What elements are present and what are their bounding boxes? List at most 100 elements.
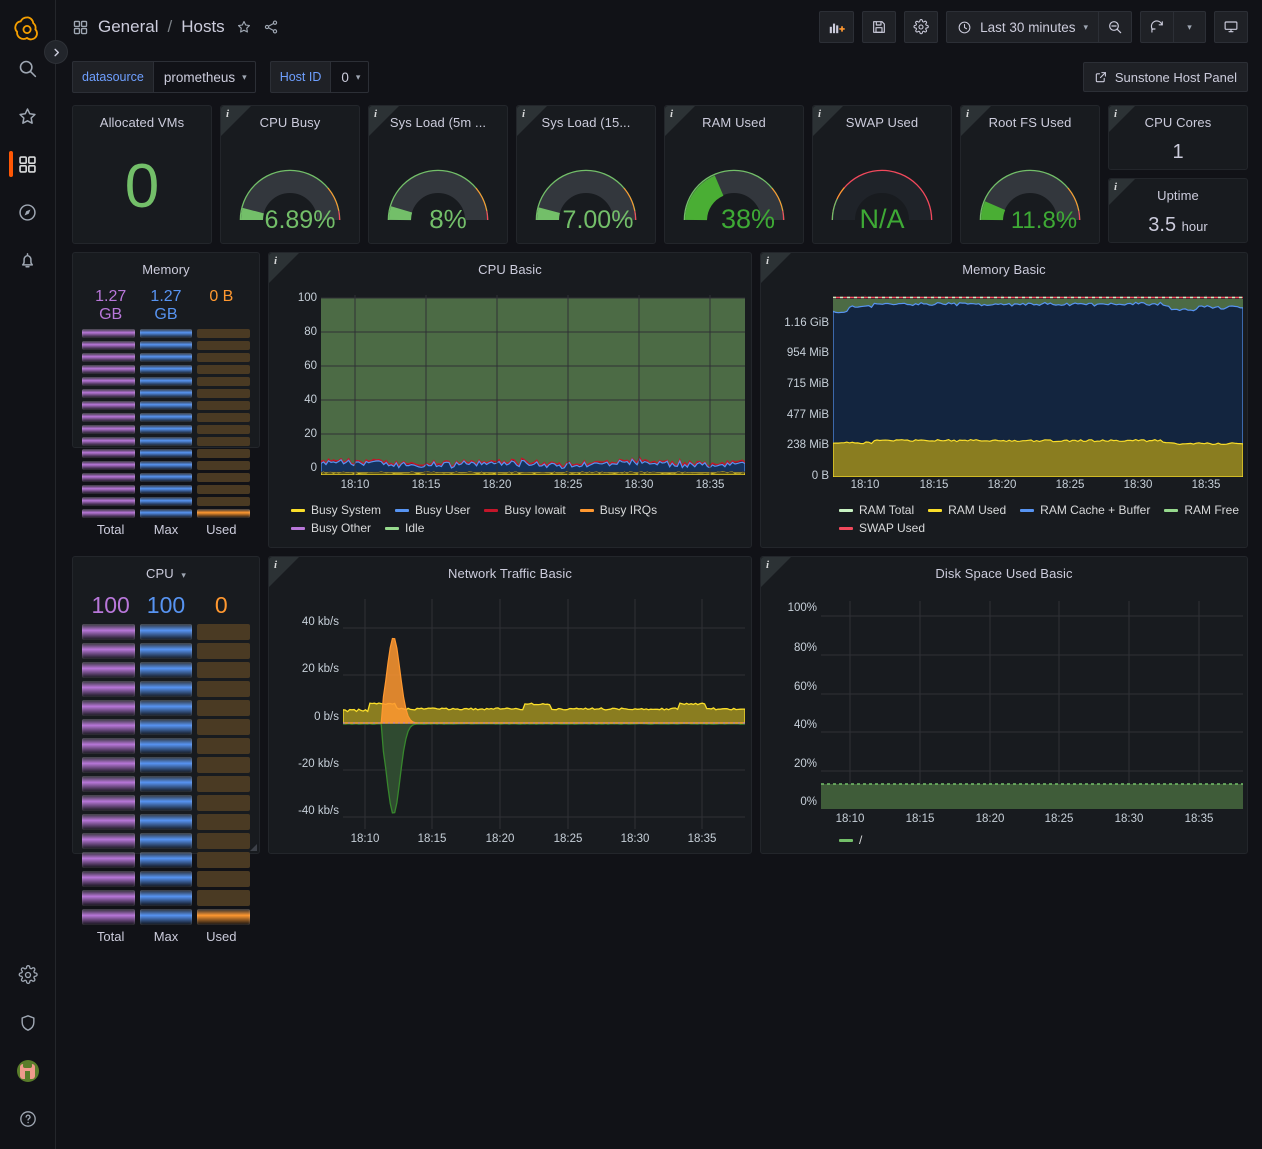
clock-icon bbox=[957, 20, 972, 35]
legend-item[interactable]: RAM Free bbox=[1164, 503, 1239, 517]
panel-memory-basic[interactable]: i Memory Basic 1.16 GiB 954 MiB 715 MiB … bbox=[760, 252, 1248, 548]
sidebar-item-alerting[interactable] bbox=[0, 236, 56, 284]
share-dashboard-button[interactable] bbox=[263, 19, 279, 35]
bargauge-cell bbox=[140, 401, 193, 410]
chevron-down-icon: ▾ bbox=[242, 72, 247, 83]
x-tick: 18:30 bbox=[1115, 813, 1144, 825]
refresh-dashboard-button[interactable] bbox=[1140, 11, 1174, 43]
y-tick: 1.16 GiB bbox=[784, 317, 829, 329]
x-tick: 18:35 bbox=[696, 479, 725, 491]
zoom-out-time-range-button[interactable] bbox=[1099, 11, 1132, 43]
variable-host-id: Host ID 0 ▾ bbox=[270, 61, 370, 93]
info-icon[interactable]: i bbox=[1114, 108, 1117, 120]
panel-root-fs-used[interactable]: i Root FS Used 11.8% bbox=[960, 105, 1100, 244]
panel-resize-handle[interactable] bbox=[250, 844, 257, 851]
info-icon[interactable]: i bbox=[966, 108, 969, 120]
disk-space-x-axis: 18:10 18:15 18:20 18:25 18:30 18:35 bbox=[821, 813, 1243, 829]
variable-host-id-select[interactable]: 0 ▾ bbox=[330, 61, 369, 93]
info-icon[interactable]: i bbox=[374, 108, 377, 120]
info-icon[interactable]: i bbox=[1114, 181, 1117, 193]
info-icon[interactable]: i bbox=[522, 108, 525, 120]
legend-item[interactable]: Idle bbox=[385, 521, 424, 535]
bargauge-cell bbox=[82, 365, 135, 374]
refresh-interval-picker[interactable]: ▾ bbox=[1174, 11, 1206, 43]
dashboard-submenu: datasource prometheus ▾ Host ID 0 ▾ Suns… bbox=[56, 54, 1262, 100]
legend-item[interactable]: SWAP Used bbox=[839, 521, 925, 535]
panel-sys-load-5m[interactable]: i Sys Load (5m ... 8% bbox=[368, 105, 508, 244]
info-icon[interactable]: i bbox=[670, 108, 673, 120]
bargauge-cell bbox=[140, 909, 193, 925]
dashboard-settings-button[interactable] bbox=[904, 11, 938, 43]
tv-kiosk-mode-button[interactable] bbox=[1214, 11, 1248, 43]
sidebar-item-configuration[interactable] bbox=[0, 951, 56, 999]
sunstone-host-panel-link[interactable]: Sunstone Host Panel bbox=[1083, 62, 1248, 92]
y-tick: 477 MiB bbox=[787, 409, 829, 421]
add-panel-button[interactable] bbox=[819, 11, 854, 43]
save-dashboard-button[interactable] bbox=[862, 11, 896, 43]
info-icon[interactable]: i bbox=[766, 255, 769, 267]
sidebar-item-profile[interactable] bbox=[0, 1047, 56, 1095]
top-navbar: General / Hosts bbox=[56, 0, 1262, 54]
legend-item[interactable]: / bbox=[839, 833, 862, 847]
info-icon[interactable]: i bbox=[274, 559, 277, 571]
sidebar-expand-button[interactable] bbox=[44, 40, 68, 64]
panel-title[interactable]: CPU ▾ bbox=[73, 557, 259, 581]
y-tick: 100% bbox=[788, 602, 817, 614]
bargauge-cell bbox=[140, 624, 193, 640]
legend-item[interactable]: RAM Cache + Buffer bbox=[1020, 503, 1150, 517]
info-icon[interactable]: i bbox=[818, 108, 821, 120]
bargauge-value-used: 0 B bbox=[194, 288, 249, 324]
sidebar-item-starred[interactable] bbox=[0, 92, 56, 140]
bargauge-column-total bbox=[82, 329, 135, 518]
panel-sys-load-15m[interactable]: i Sys Load (15... 7.00% bbox=[516, 105, 656, 244]
sidebar-item-help[interactable] bbox=[0, 1095, 56, 1143]
info-icon[interactable]: i bbox=[274, 255, 277, 267]
panel-swap-used[interactable]: i SWAP Used N/A bbox=[812, 105, 952, 244]
legend-item[interactable]: Busy System bbox=[291, 503, 381, 517]
legend-item[interactable]: Busy IRQs bbox=[580, 503, 657, 517]
panel-ram-used[interactable]: i RAM Used 38% bbox=[664, 105, 804, 244]
bargauge-column-total bbox=[82, 624, 135, 925]
gauge: 38% bbox=[665, 136, 803, 232]
bargauge-cell bbox=[140, 473, 193, 482]
panel-cpu-busy[interactable]: i CPU Busy 6.89% bbox=[220, 105, 360, 244]
panel-cpu-bargauge[interactable]: CPU ▾ 100 100 0 Total Max Used bbox=[72, 556, 260, 854]
panel-memory-bargauge[interactable]: Memory 1.27 GB 1.27 GB 0 B Total Max Use… bbox=[72, 252, 260, 448]
legend-item[interactable]: Busy Other bbox=[291, 521, 371, 535]
legend-item[interactable]: Busy Iowait bbox=[484, 503, 565, 517]
panel-network-traffic-basic[interactable]: i Network Traffic Basic 40 kb/s 20 kb/s … bbox=[268, 556, 752, 854]
legend-item[interactable]: RAM Total bbox=[839, 503, 914, 517]
bargauge-cell bbox=[82, 413, 135, 422]
bargauge-column-max bbox=[140, 329, 193, 518]
sunstone-host-panel-label: Sunstone Host Panel bbox=[1115, 70, 1237, 85]
panel-title: Memory bbox=[73, 253, 259, 277]
sidebar-item-dashboards[interactable] bbox=[0, 140, 56, 188]
variable-datasource-value: prometheus bbox=[164, 70, 235, 85]
variable-datasource-select[interactable]: prometheus ▾ bbox=[153, 61, 256, 93]
star-dashboard-button[interactable] bbox=[236, 19, 252, 35]
panel-uptime[interactable]: i Uptime 3.5 hour bbox=[1108, 178, 1248, 243]
panel-cpu-basic[interactable]: i CPU Basic 100 80 60 40 20 0 18:10 bbox=[268, 252, 752, 548]
panel-cpu-cores[interactable]: i CPU Cores 1 bbox=[1108, 105, 1248, 170]
panel-disk-space-used-basic[interactable]: i Disk Space Used Basic 100% 80% 60% 40%… bbox=[760, 556, 1248, 854]
legend-item[interactable]: Busy User bbox=[395, 503, 470, 517]
sidebar-item-explore[interactable] bbox=[0, 188, 56, 236]
grafana-logo-icon[interactable] bbox=[13, 14, 43, 44]
info-icon[interactable]: i bbox=[226, 108, 229, 120]
bargauge-value-used: 0 bbox=[194, 592, 249, 619]
bargauge-cell bbox=[82, 377, 135, 386]
sidebar-item-server-admin[interactable] bbox=[0, 999, 56, 1047]
legend-item[interactable]: RAM Used bbox=[928, 503, 1006, 517]
x-tick: 18:15 bbox=[418, 833, 447, 845]
disk-space-plot bbox=[821, 601, 1243, 809]
bargauge-cell bbox=[82, 738, 135, 754]
time-range-picker[interactable]: Last 30 minutes ▾ bbox=[946, 11, 1099, 43]
bargauge-values: 1.27 GB 1.27 GB 0 B bbox=[73, 288, 259, 324]
info-icon[interactable]: i bbox=[766, 559, 769, 571]
y-tick: 100 bbox=[298, 292, 317, 304]
bargauge-cell bbox=[140, 389, 193, 398]
breadcrumb-dashboard[interactable]: Hosts bbox=[181, 17, 224, 37]
panel-allocated-vms[interactable]: Allocated VMs 0 bbox=[72, 105, 212, 244]
breadcrumb-folder[interactable]: General bbox=[98, 17, 158, 37]
breadcrumb-separator: / bbox=[167, 17, 172, 37]
